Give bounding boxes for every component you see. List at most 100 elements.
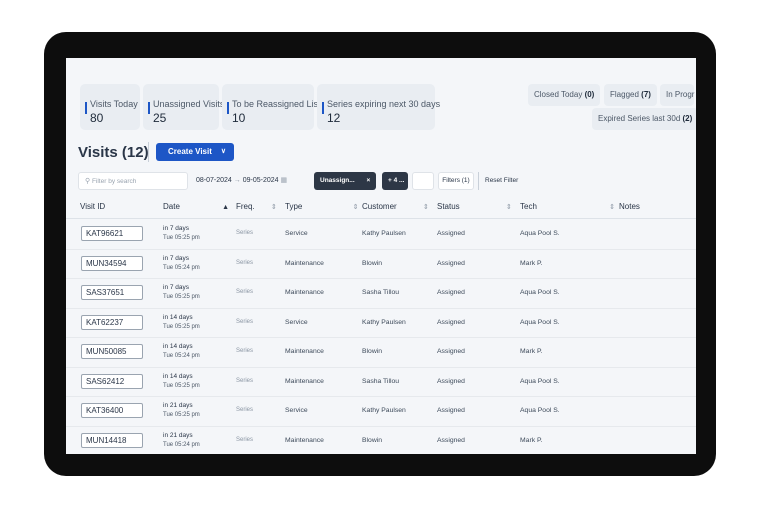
create-visit-button[interactable]: Create Visit ∨ [156, 143, 234, 161]
customer-cell: Kathy Paulsen [362, 407, 406, 414]
visit-id-link[interactable]: KAT36400 [81, 403, 143, 418]
stat-value: 25 [153, 111, 167, 125]
date-relative: in 14 days [163, 372, 193, 380]
sort-icon: ⇕ [352, 204, 359, 211]
expired-series-pill[interactable]: Expired Series last 30d (2) [592, 108, 696, 130]
col-notes[interactable]: Notes [619, 196, 640, 218]
table-row[interactable]: MUN34594 in 7 days Tue 05:24 pm Series M… [66, 249, 696, 279]
closed-today-pill[interactable]: Closed Today (0) [528, 84, 601, 106]
create-visit-label: Create Visit [168, 147, 212, 156]
table-row[interactable]: SAS62412 in 14 days Tue 05:25 pm Series … [66, 367, 696, 397]
visit-id-link[interactable]: SAS37651 [81, 285, 143, 300]
col-type[interactable]: Type ⇕ [285, 196, 363, 219]
status-cell: Assigned [437, 407, 465, 414]
tech-cell: Mark P. [520, 436, 543, 444]
customer-cell: Sasha Tillou [362, 377, 400, 385]
col-visit-id[interactable]: Visit ID [80, 196, 105, 218]
visit-id-link[interactable]: MUN50085 [81, 344, 143, 359]
freq-cell: Series [236, 230, 254, 236]
visit-id-link[interactable]: MUN34594 [81, 255, 143, 271]
date-relative: in 21 days [163, 402, 193, 409]
chip-more-label: + 4 ... [388, 177, 405, 184]
table-row[interactable]: MUN50085 in 14 days Tue 05:24 pm Series … [66, 337, 696, 368]
date-relative: in 14 days [163, 343, 193, 350]
visit-id-link[interactable]: SAS62412 [81, 373, 143, 389]
stat-label: To be Reassigned List [232, 99, 321, 109]
flagged-pill[interactable]: Flagged (7) [604, 84, 657, 106]
sort-icon: ⇕ [505, 204, 512, 211]
pill-label: Closed Today [534, 90, 583, 99]
tech-cell: Aqua Pool S. [520, 230, 560, 237]
table-row[interactable]: MUN14418 in 21 days Tue 05:24 pm Series … [66, 426, 696, 455]
tech-cell: Mark P. [520, 348, 543, 355]
type-cell: Maintenance [285, 377, 324, 385]
freq-cell: Series [236, 289, 254, 295]
col-customer-label: Customer [362, 202, 397, 211]
divider [148, 142, 149, 162]
freq-cell: Series [236, 377, 254, 384]
type-cell: Service [285, 318, 308, 326]
sort-icon: ⇕ [270, 204, 277, 211]
col-date[interactable]: Date ▲ [163, 196, 234, 219]
customer-cell: Kathy Paulsen [362, 230, 406, 237]
status-cell: Assigned [437, 318, 465, 326]
close-icon[interactable]: × [367, 177, 371, 184]
stat-accent-bar [148, 102, 150, 114]
visit-id-link[interactable]: KAT62237 [81, 314, 143, 330]
table-row[interactable]: KAT62237 in 14 days Tue 05:25 pm Series … [66, 308, 696, 338]
page-title-text: Visits [78, 144, 118, 161]
filter-chip-unassigned[interactable]: Unassign... × [314, 172, 376, 190]
freq-cell: Series [236, 436, 254, 443]
filters-button[interactable]: Filters (1) [438, 172, 474, 190]
page-title: Visits (12) [78, 144, 149, 161]
table-row[interactable]: SAS37651 in 7 days Tue 05:25 pm Series M… [66, 278, 696, 309]
col-tech[interactable]: Tech ⇕ [520, 196, 620, 219]
sort-icon: ⇕ [609, 204, 616, 211]
chevron-down-icon[interactable]: ∨ [221, 143, 226, 161]
col-type-label: Type [285, 202, 303, 211]
pill-label: In Progr [666, 90, 695, 99]
stat-value: 12 [327, 111, 341, 125]
col-freq[interactable]: Freq. ⇕ [236, 196, 282, 219]
date-range-picker[interactable]: 08-07-2024 → 09-05-2024 ▦ [196, 172, 287, 190]
stat-unassigned-visits[interactable]: Unassigned Visits 25 [143, 84, 224, 130]
stat-label: Visits Today [90, 99, 138, 109]
pill-label: Expired Series last 30d [598, 114, 681, 123]
date-time: Tue 05:25 pm [163, 323, 200, 330]
table-row[interactable]: KAT96621 in 7 days Tue 05:25 pm Series S… [66, 219, 696, 250]
col-status[interactable]: Status ⇕ [437, 196, 517, 219]
date-start: 08-07-2024 [196, 177, 232, 184]
date-time: Tue 05:25 pm [163, 294, 200, 300]
table-row[interactable]: KAT36400 in 21 days Tue 05:25 pm Series … [66, 396, 696, 427]
pill-count: (0) [584, 90, 595, 99]
stat-label: Series expiring next 30 days [327, 99, 441, 109]
stat-series-expiring[interactable]: Series expiring next 30 days 12 [317, 84, 440, 130]
visit-count: (12) [121, 144, 149, 161]
search-input[interactable]: ⚲ Filter by search [78, 172, 188, 190]
stat-reassigned-list[interactable]: To be Reassigned List 10 [222, 84, 321, 130]
filter-input[interactable] [412, 172, 434, 190]
chip-label: Unassign... [320, 177, 355, 184]
type-cell: Service [285, 230, 308, 237]
stat-visits-today[interactable]: Visits Today 80 [80, 84, 140, 130]
date-relative: in 7 days [163, 254, 190, 262]
freq-cell: Series [236, 348, 254, 354]
reset-filter-link[interactable]: Reset Filter [478, 172, 518, 190]
date-time: Tue 05:25 pm [163, 412, 200, 418]
col-freq-label: Freq. [236, 202, 255, 211]
customer-cell: Kathy Paulsen [362, 318, 406, 326]
arrow-right-icon: → [233, 177, 241, 184]
visit-id-link[interactable]: KAT96621 [81, 226, 143, 241]
search-icon: ⚲ [85, 178, 91, 185]
freq-cell: Series [236, 407, 254, 413]
status-cell: Assigned [437, 436, 465, 444]
tech-cell: Aqua Pool S. [520, 377, 560, 385]
filter-chip-more[interactable]: + 4 ... [382, 172, 408, 190]
visit-id-link[interactable]: MUN14418 [81, 432, 143, 448]
date-time: Tue 05:24 pm [163, 441, 200, 448]
date-time: Tue 05:24 pm [163, 353, 200, 359]
stat-accent-bar [227, 102, 229, 114]
pill-count: (2) [682, 114, 693, 123]
in-progress-pill[interactable]: In Progr [660, 84, 695, 106]
col-customer[interactable]: Customer ⇕ [362, 196, 434, 219]
